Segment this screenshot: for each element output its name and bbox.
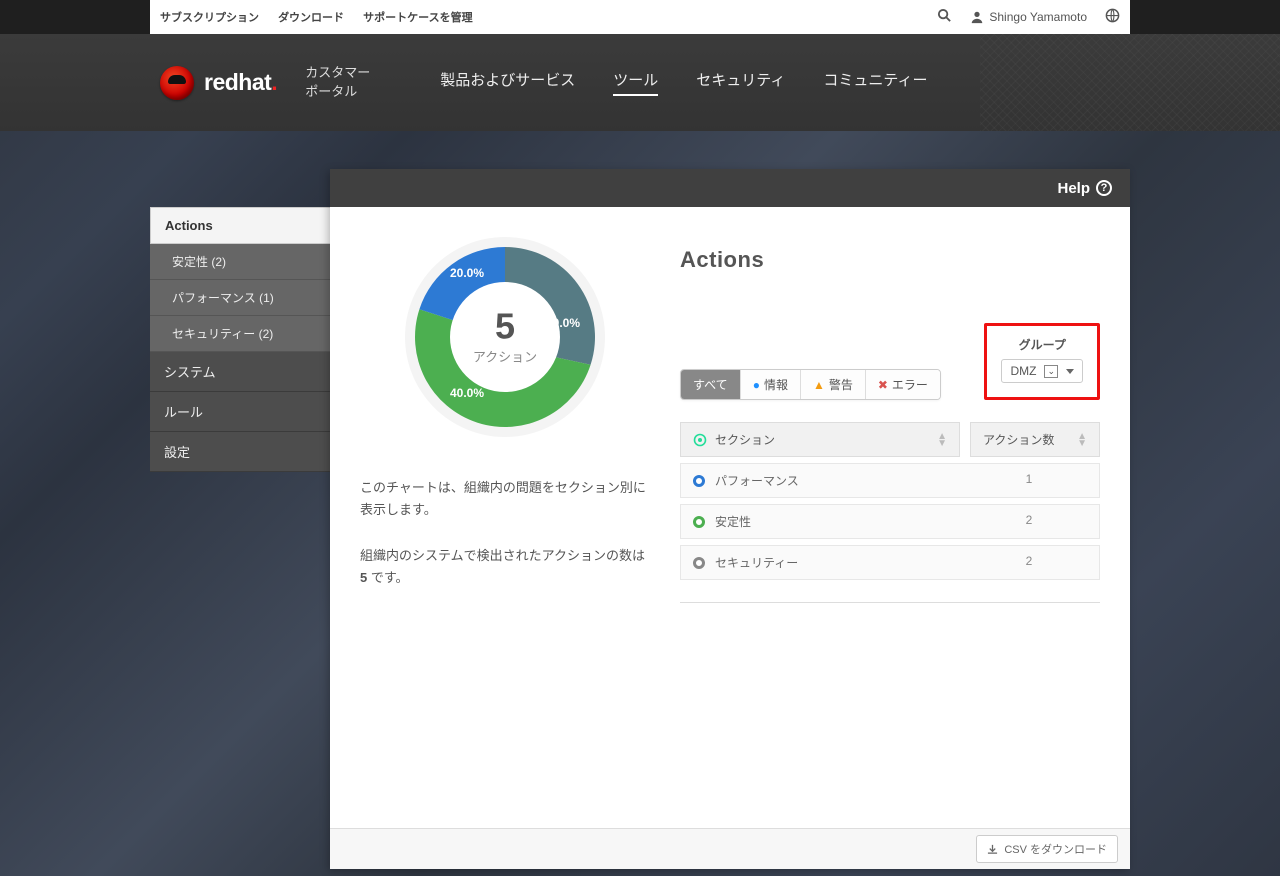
- actions-donut-chart: 40.0% 40.0% 20.0% 5 アクション: [395, 227, 615, 447]
- nav-products[interactable]: 製品およびサービス: [440, 69, 575, 96]
- brand[interactable]: redhat.: [160, 66, 277, 100]
- sidebar-item-stability[interactable]: 安定性 (2): [150, 244, 330, 280]
- row-icon: [693, 557, 705, 569]
- col-count[interactable]: アクション数 ▲▼: [970, 422, 1100, 457]
- group-select[interactable]: DMZ ⌄: [1001, 359, 1083, 383]
- util-link-subscriptions[interactable]: サブスクリプション: [160, 12, 259, 24]
- donut-pct-1: 40.0%: [546, 316, 580, 330]
- download-icon: [987, 844, 998, 855]
- error-icon: ✖: [878, 378, 888, 392]
- section-icon: [693, 433, 707, 447]
- select-icon: ⌄: [1044, 365, 1058, 378]
- info-icon: ●: [753, 378, 760, 392]
- table-row[interactable]: セキュリティー 2: [680, 545, 1100, 580]
- caret-down-icon: [1066, 369, 1074, 374]
- table-row[interactable]: 安定性 2: [680, 504, 1100, 539]
- content-header: Help ?: [330, 169, 1130, 207]
- utility-links: サブスクリプション ダウンロード サポートケースを管理: [160, 9, 489, 25]
- table-divider: [680, 602, 1100, 603]
- group-label: グループ: [1019, 336, 1066, 353]
- content-panel: Help ?: [330, 169, 1130, 869]
- sidebar: Actions 安定性 (2) パフォーマンス (1) セキュリティー (2) …: [150, 207, 330, 869]
- group-selected-value: DMZ: [1010, 364, 1036, 378]
- donut-center-value: 5: [473, 309, 537, 345]
- sidebar-item-performance[interactable]: パフォーマンス (1): [150, 280, 330, 316]
- content-footer: CSV をダウンロード: [330, 828, 1130, 869]
- search-icon[interactable]: [937, 8, 952, 26]
- sidebar-item-systems[interactable]: システム: [150, 352, 330, 392]
- user-name: Shingo Yamamoto: [989, 10, 1087, 24]
- row-icon: [693, 516, 705, 528]
- download-csv-button[interactable]: CSV をダウンロード: [976, 835, 1118, 863]
- brand-name: redhat.: [204, 69, 277, 96]
- donut-center-label: アクション: [473, 347, 537, 366]
- group-selector-highlight: グループ DMZ ⌄: [984, 323, 1100, 400]
- filter-all[interactable]: すべて: [681, 370, 740, 399]
- row-label: セキュリティー: [715, 554, 798, 571]
- nav-community[interactable]: コミュニティー: [823, 69, 927, 96]
- col-section[interactable]: セクション ▲▼: [680, 422, 960, 457]
- row-count: 2: [959, 546, 1099, 579]
- row-count: 2: [959, 505, 1099, 538]
- sidebar-item-rules[interactable]: ルール: [150, 392, 330, 432]
- nav-decoration: [980, 34, 1280, 131]
- sidebar-item-security[interactable]: セキュリティー (2): [150, 316, 330, 352]
- help-label: Help: [1057, 180, 1090, 197]
- filter-info[interactable]: ●情報: [740, 370, 800, 399]
- util-link-downloads[interactable]: ダウンロード: [278, 12, 344, 24]
- row-icon: [693, 475, 705, 487]
- nav-security[interactable]: セキュリティ: [696, 69, 785, 96]
- util-link-support[interactable]: サポートケースを管理: [363, 12, 472, 24]
- sort-icon: ▲▼: [937, 433, 947, 447]
- redhat-logo-icon: [160, 66, 194, 100]
- portal-label: カスタマーポータル: [305, 64, 370, 100]
- sidebar-item-actions[interactable]: Actions: [150, 207, 330, 244]
- row-label: 安定性: [715, 513, 751, 530]
- table-row[interactable]: パフォーマンス 1: [680, 463, 1100, 498]
- table-header: セクション ▲▼ アクション数 ▲▼: [680, 422, 1100, 457]
- warning-icon: ▲: [813, 378, 825, 392]
- nav-tools[interactable]: ツール: [613, 69, 658, 96]
- globe-icon[interactable]: [1105, 8, 1120, 26]
- csv-button-label: CSV をダウンロード: [1004, 841, 1107, 857]
- donut-pct-3: 20.0%: [450, 266, 484, 280]
- filter-error[interactable]: ✖エラー: [865, 370, 940, 399]
- filter-warn[interactable]: ▲警告: [800, 370, 865, 399]
- help-link[interactable]: Help ?: [1057, 180, 1112, 197]
- chart-description-1: このチャートは、組織内の問題をセクション別に表示します。: [360, 477, 650, 521]
- utility-bar: サブスクリプション ダウンロード サポートケースを管理 Shingo Yamam…: [150, 0, 1130, 34]
- chart-description-2: 組織内のシステムで検出されたアクションの数は 5 です。: [360, 545, 650, 589]
- row-count: 1: [959, 464, 1099, 497]
- donut-pct-2: 40.0%: [450, 386, 484, 400]
- help-icon: ?: [1096, 180, 1112, 196]
- main-nav: redhat. カスタマーポータル 製品およびサービス ツール セキュリティ コ…: [150, 34, 1130, 131]
- user-icon: [970, 10, 984, 24]
- severity-filter: すべて ●情報 ▲警告 ✖エラー: [680, 369, 941, 400]
- row-label: パフォーマンス: [715, 472, 799, 489]
- page-title: Actions: [680, 247, 1100, 273]
- sort-icon: ▲▼: [1077, 433, 1087, 447]
- sidebar-item-settings[interactable]: 設定: [150, 432, 330, 472]
- user-menu[interactable]: Shingo Yamamoto: [970, 10, 1087, 24]
